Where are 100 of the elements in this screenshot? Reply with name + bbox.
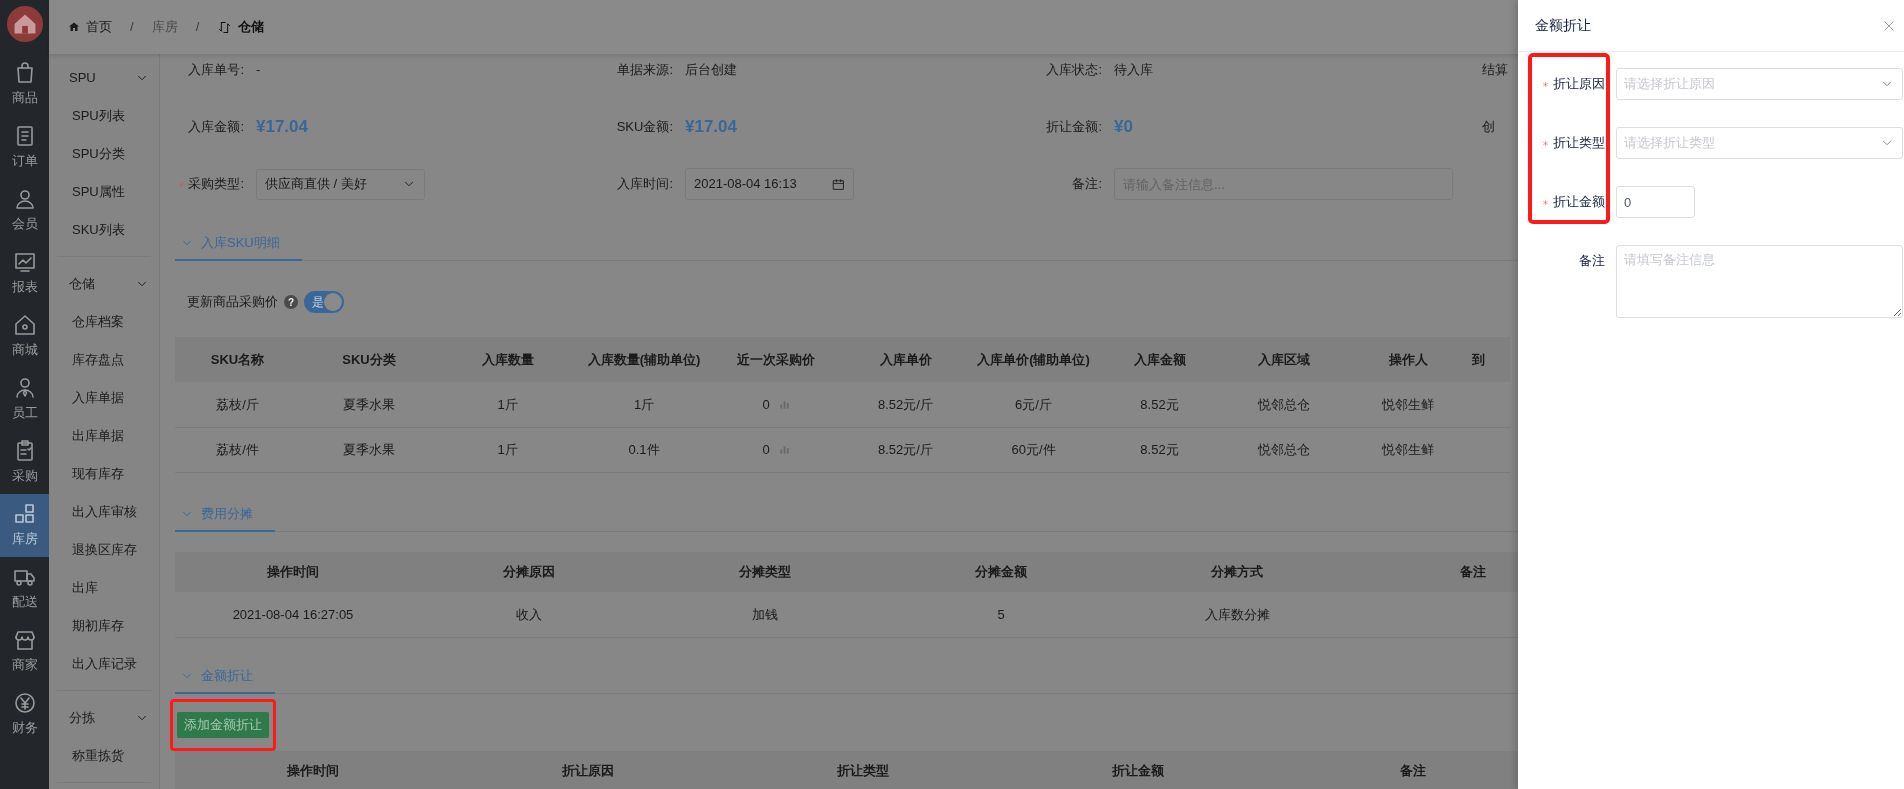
house-logo-icon — [5, 5, 44, 43]
date-field[interactable]: 2021-08-04 16:13 — [685, 168, 854, 200]
table-cell: 1斤 — [633, 396, 655, 412]
table-cell: 荔枝/件 — [216, 441, 259, 457]
add-button[interactable]: 添加金额折让 — [177, 712, 269, 738]
column-header: 分摊原因 — [503, 563, 555, 579]
menu-group-header[interactable]: 分拣 — [57, 699, 151, 737]
column-header: 操作人 — [1388, 351, 1428, 367]
table-cell: 8.52元/斤 — [878, 396, 933, 412]
required-icon — [178, 180, 186, 188]
field-value: - — [256, 61, 261, 80]
column-header: 分摊方式 — [1211, 563, 1263, 579]
table-cell: 60元/件 — [1011, 441, 1056, 457]
submenu-item[interactable]: SPU分类 — [57, 135, 151, 173]
calendar-icon — [832, 177, 845, 191]
submenu-item[interactable]: 出库 — [57, 569, 151, 607]
column-header: 入库数量(辅助单位) — [587, 351, 701, 367]
column-header: 分摊金额 — [975, 563, 1027, 579]
column-header: 备注 — [1460, 563, 1486, 579]
sidebar-item[interactable]: 订单 — [0, 116, 49, 179]
column-header: 入库金额 — [1133, 351, 1186, 367]
sidebar-item[interactable]: 报表 — [0, 242, 49, 305]
field-label: 入库单号: — [188, 61, 244, 80]
breadcrumb-item[interactable]: 库房 — [151, 17, 178, 37]
table-cell: 8.52元 — [1140, 396, 1179, 412]
submenu-item[interactable]: 入库单据 — [57, 379, 151, 417]
field-label: 结算 — [1482, 61, 1508, 80]
sidebar-item[interactable]: 配送 — [0, 557, 49, 620]
sidebar-item[interactable]: 商品 — [0, 53, 49, 116]
amount-value: ¥17.04 — [685, 116, 737, 139]
column-header: SKU名称 — [210, 351, 265, 367]
table-cell: 2021-08-04 16:27:05 — [232, 606, 354, 622]
house-icon — [12, 313, 37, 338]
table-cell: 悦邻生鲜 — [1382, 396, 1434, 412]
submenu-item[interactable]: SKU列表 — [57, 211, 151, 249]
sidebar-item[interactable]: 员工 — [0, 368, 49, 431]
table-cell: 悦邻总仓 — [1258, 441, 1310, 457]
toggle-switch[interactable]: 是 — [304, 291, 344, 313]
sidebar-item[interactable]: 商家 — [0, 620, 49, 683]
submenu-item[interactable]: 库存盘点 — [57, 341, 151, 379]
sidebar-item[interactable]: 采购 — [0, 431, 49, 494]
submenu-item[interactable]: SPU属性 — [57, 173, 151, 211]
table-cell: 加钱 — [752, 606, 778, 622]
field-value: 待入库 — [1114, 61, 1153, 80]
column-header: 折让类型 — [836, 763, 889, 779]
field-label: SKU金额: — [616, 118, 673, 137]
bar-chart-icon — [778, 443, 790, 455]
field-label: 折让金额: — [1046, 118, 1102, 137]
field-label: 入库金额: — [188, 118, 244, 137]
sidebar-item[interactable]: 库房 — [0, 494, 49, 557]
column-header: 操作时间 — [267, 563, 319, 579]
home-icon — [68, 21, 80, 33]
submenu-item[interactable]: 出入库审核 — [57, 493, 151, 531]
menu-group-header[interactable]: SPU — [57, 59, 151, 97]
chart-icon — [12, 250, 37, 275]
field-label: 采购类型: — [188, 175, 244, 194]
table-cell: 6元/斤 — [1015, 396, 1052, 412]
yen-icon — [12, 691, 37, 716]
help-icon[interactable]: ? — [284, 295, 298, 309]
submenu-item[interactable]: 出库单据 — [57, 417, 151, 455]
column-header: 分摊类型 — [739, 563, 791, 579]
table-cell: 荔枝/斤 — [216, 396, 259, 412]
column-header: 操作时间 — [286, 763, 339, 779]
breadcrumb-separator: / — [195, 18, 200, 37]
column-header: 备注 — [1399, 763, 1426, 779]
breadcrumb-item[interactable]: 首页 — [68, 17, 112, 37]
submenu-item[interactable]: 现有库存 — [57, 455, 151, 493]
field-label: 折让类型 — [1553, 134, 1605, 153]
submenu-item[interactable]: SPU列表 — [57, 97, 151, 135]
table-cell: 入库数分摊 — [1204, 606, 1270, 622]
submenu-item[interactable]: 退换区库存 — [57, 531, 151, 569]
table-cell: 1斤 — [497, 396, 518, 412]
field-label: 备注 — [1579, 252, 1605, 271]
field-label: 折让金额 — [1553, 193, 1605, 212]
column-header: SKU分类 — [342, 351, 396, 367]
table-cell: 8.52元 — [1140, 441, 1179, 457]
sidebar-item[interactable]: 财务 — [0, 683, 49, 746]
input-field[interactable]: 0 — [1616, 186, 1695, 218]
table-cell: 1斤 — [497, 441, 518, 457]
table-cell: 0 — [762, 441, 770, 457]
breadcrumb-item: 仓储 — [217, 17, 265, 37]
field-label: 单据来源: — [617, 61, 673, 80]
breadcrumb-separator: / — [130, 18, 134, 37]
field-value: 后台创建 — [685, 61, 737, 80]
submenu-item[interactable]: 期初库存 — [57, 607, 151, 645]
select-field[interactable]: 供应商直供 / 美好 — [256, 168, 425, 200]
submenu-item[interactable]: 称重拣货 — [57, 737, 151, 775]
submenu-item[interactable]: 出入库记录 — [57, 645, 151, 683]
table-cell: 夏季水果 — [343, 396, 395, 412]
submenu-item[interactable]: 仓库档案 — [57, 303, 151, 341]
table-cell: 0.1件 — [628, 441, 660, 457]
amount-value: ¥0 — [1114, 116, 1133, 139]
sidebar-item[interactable]: 会员 — [0, 179, 49, 242]
sidebar-item[interactable]: 商城 — [0, 305, 49, 368]
table-cell: 5 — [997, 606, 1005, 622]
table-cell: 收入 — [516, 606, 542, 622]
column-header: 近一次采购价 — [737, 351, 815, 367]
bar-chart-icon — [778, 398, 790, 410]
menu-group-header[interactable]: 仓储 — [57, 265, 151, 303]
column-header: 入库单价 — [879, 351, 932, 367]
